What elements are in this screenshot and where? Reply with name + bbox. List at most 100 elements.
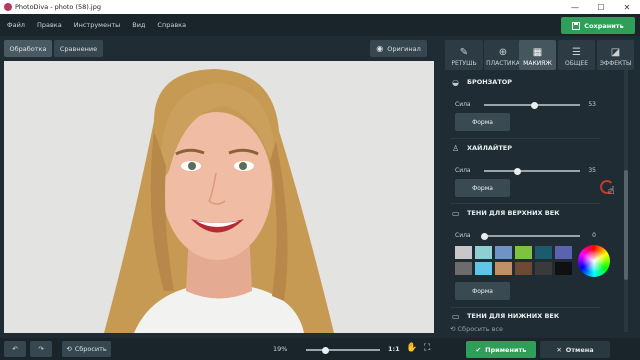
divider bbox=[450, 307, 600, 308]
bronzer-slider-knob[interactable] bbox=[531, 101, 539, 109]
upper-shadows-shape-button[interactable]: Форма bbox=[455, 282, 510, 300]
tab-plastic[interactable]: ⊕ ПЛАСТИКА bbox=[484, 40, 522, 70]
apply-label: Применить bbox=[485, 345, 527, 354]
check-icon: ✔ bbox=[475, 345, 482, 354]
tab-general[interactable]: ☰ ОБЩЕЕ bbox=[558, 40, 595, 70]
highlighter-icon: ♙ bbox=[452, 143, 460, 153]
scrollbar-thumb[interactable] bbox=[624, 170, 628, 280]
title-bar: PhotoDiva - photo (58).jpg — ☐ ✕ bbox=[0, 0, 640, 14]
redo-button[interactable]: ↷ bbox=[30, 341, 52, 357]
highlighter-value: 35 bbox=[588, 167, 596, 174]
fullscreen-icon[interactable]: ⛶ bbox=[424, 343, 430, 353]
close-icon: ✕ bbox=[556, 345, 562, 354]
close-icon[interactable]: ✕ bbox=[614, 0, 640, 14]
color-swatch[interactable] bbox=[555, 262, 572, 275]
bronzer-icon: ◒ bbox=[452, 77, 459, 87]
menu-edit[interactable]: Правка bbox=[37, 21, 62, 29]
tab-effects[interactable]: ◪ ЭФФЕКТЫ bbox=[597, 40, 634, 70]
color-wheel-center bbox=[582, 249, 606, 273]
color-swatch[interactable] bbox=[535, 262, 552, 275]
divider bbox=[450, 138, 600, 139]
highlighter-shape-button[interactable]: Форма bbox=[455, 179, 510, 197]
upper-shadows-strength-label: Сила bbox=[455, 232, 471, 239]
bronzer-value: 53 bbox=[588, 101, 596, 108]
bronzer-shape-button[interactable]: Форма bbox=[455, 113, 510, 131]
highlighter-section-title[interactable]: ♙ ХАЙЛАЙТЕР bbox=[452, 142, 512, 154]
menu-file[interactable]: Файл bbox=[7, 21, 25, 29]
hand-tool-icon[interactable]: ✋ bbox=[406, 343, 417, 353]
color-swatch[interactable] bbox=[555, 246, 572, 259]
undo-icon: ↶ bbox=[12, 345, 18, 353]
color-swatch-grid bbox=[455, 246, 575, 276]
color-swatch[interactable] bbox=[455, 246, 472, 259]
cancel-label: Отмена bbox=[565, 345, 594, 354]
color-swatch[interactable] bbox=[515, 262, 532, 275]
color-swatch[interactable] bbox=[475, 262, 492, 275]
floppy-icon bbox=[572, 21, 581, 30]
tab-label: МАКИЯЖ bbox=[523, 60, 552, 67]
reset-label: Сбросить bbox=[74, 345, 107, 353]
highlighter-slider[interactable] bbox=[484, 167, 580, 175]
section-title-text: БРОНЗАТОР bbox=[467, 78, 513, 86]
mouse-cursor-icon: ☝ bbox=[608, 184, 615, 197]
save-label: Сохранить bbox=[584, 21, 624, 30]
window-title: PhotoDiva - photo (58).jpg bbox=[15, 3, 101, 11]
undo-button[interactable]: ↶ bbox=[4, 341, 26, 357]
makeup-icon: ▦ bbox=[532, 47, 543, 58]
retouch-icon: ✎ bbox=[459, 47, 469, 58]
zoom-slider-knob[interactable] bbox=[321, 346, 329, 354]
original-label: Оригинал bbox=[387, 44, 421, 53]
color-swatch[interactable] bbox=[475, 246, 492, 259]
color-swatch[interactable] bbox=[515, 246, 532, 259]
tab-label: ПЛАСТИКА bbox=[486, 60, 520, 67]
plastic-icon: ⊕ bbox=[498, 47, 508, 58]
divider bbox=[450, 203, 600, 204]
menu-view[interactable]: Вид bbox=[132, 21, 145, 29]
bronzer-section-title[interactable]: ◒ БРОНЗАТОР bbox=[452, 76, 512, 88]
section-title-text: ХАЙЛАЙТЕР bbox=[467, 144, 512, 152]
tab-retouch[interactable]: ✎ РЕТУШЬ bbox=[445, 40, 483, 70]
portrait-photo bbox=[4, 61, 434, 333]
bronzer-slider[interactable] bbox=[484, 101, 580, 109]
reset-all-label: Сбросить все bbox=[457, 325, 504, 333]
color-swatch[interactable] bbox=[455, 262, 472, 275]
save-button[interactable]: Сохранить bbox=[561, 17, 635, 34]
eyelid-icon: ▭ bbox=[452, 208, 460, 218]
color-wheel-picker[interactable] bbox=[578, 245, 610, 277]
panel-scrollbar[interactable] bbox=[624, 70, 628, 332]
menu-bar: Файл Правка Инструменты Вид Справка bbox=[0, 14, 640, 36]
tab-label: РЕТУШЬ bbox=[451, 60, 477, 67]
tab-makeup[interactable]: ▦ МАКИЯЖ bbox=[519, 40, 556, 70]
lower-shadows-section-title[interactable]: ▭ ТЕНИ ДЛЯ НИЖНИХ ВЕК bbox=[452, 310, 559, 322]
color-swatch[interactable] bbox=[495, 262, 512, 275]
sliders-icon: ☰ bbox=[572, 47, 581, 58]
zoom-slider[interactable] bbox=[306, 346, 380, 354]
apply-button[interactable]: ✔ Применить bbox=[466, 341, 536, 358]
actual-size-button[interactable]: 1:1 bbox=[388, 345, 400, 353]
tab-label: ЭФФЕКТЫ bbox=[599, 60, 632, 67]
upper-shadows-section-title[interactable]: ▭ ТЕНИ ДЛЯ ВЕРХНИХ ВЕК bbox=[452, 207, 560, 219]
original-button[interactable]: ◉ Оригинал bbox=[370, 40, 427, 57]
compare-view-button[interactable]: Сравнение bbox=[54, 40, 103, 57]
reset-button[interactable]: ⟲ Сбросить bbox=[62, 341, 111, 357]
highlighter-slider-knob[interactable] bbox=[514, 167, 522, 175]
photo-canvas[interactable] bbox=[4, 61, 434, 333]
upper-shadows-slider-knob[interactable] bbox=[480, 232, 488, 240]
highlighter-strength-label: Сила bbox=[455, 167, 471, 174]
color-swatch[interactable] bbox=[535, 246, 552, 259]
eyelid-icon: ▭ bbox=[452, 311, 460, 321]
menu-tools[interactable]: Инструменты bbox=[74, 21, 121, 29]
minimize-icon[interactable]: — bbox=[562, 0, 588, 14]
maximize-icon[interactable]: ☐ bbox=[588, 0, 614, 14]
cancel-button[interactable]: ✕ Отмена bbox=[540, 341, 610, 358]
reset-icon: ⟲ bbox=[66, 345, 72, 353]
menu-help[interactable]: Справка bbox=[157, 21, 186, 29]
eye-icon: ◉ bbox=[376, 44, 384, 53]
edit-view-button[interactable]: Обработка bbox=[4, 40, 52, 57]
section-title-text: ТЕНИ ДЛЯ ВЕРХНИХ ВЕК bbox=[467, 209, 560, 217]
color-swatch[interactable] bbox=[495, 246, 512, 259]
app-logo-icon bbox=[4, 3, 12, 11]
upper-shadows-slider[interactable] bbox=[480, 232, 580, 240]
reset-all-link[interactable]: ⟲ Сбросить все bbox=[450, 325, 503, 333]
section-title-text: ТЕНИ ДЛЯ НИЖНИХ ВЕК bbox=[467, 312, 560, 320]
